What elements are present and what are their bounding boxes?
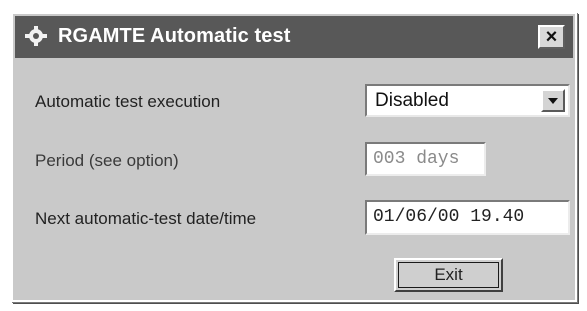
exit-button[interactable]: Exit [394,258,503,292]
title-bar[interactable]: RGAMTE Automatic test × [15,16,573,58]
dropdown-arrow-icon[interactable] [541,89,565,112]
period-label: Period (see option) [35,151,179,170]
period-field[interactable]: 003 days [365,142,486,176]
close-button[interactable]: × [538,25,565,49]
execution-selected-value: Disabled [375,90,449,111]
window-title: RGAMTE Automatic test [58,25,291,47]
execution-select[interactable]: Disabled [365,84,570,117]
next-test-datetime-field[interactable]: 01/06/00 19.40 [365,200,570,235]
next-test-label: Next automatic-test date/time [35,209,257,228]
app-gear-icon [25,26,47,46]
close-icon: × [545,26,558,48]
execution-label: Automatic test execution [35,92,221,111]
automatic-test-dialog: RGAMTE Automatic test × Automatic test e… [11,12,577,302]
